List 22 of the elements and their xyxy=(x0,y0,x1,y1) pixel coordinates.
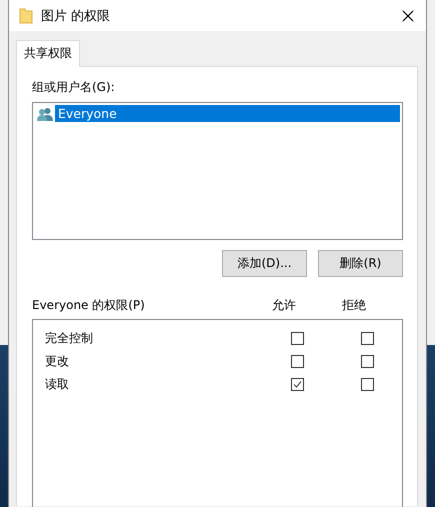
deny-checkbox[interactable] xyxy=(360,378,374,391)
users-icon xyxy=(37,106,53,120)
deny-checkbox[interactable] xyxy=(360,332,374,345)
close-icon[interactable] xyxy=(402,10,414,22)
window-title: 图片 的权限 xyxy=(41,8,110,24)
group-list-label: 组或用户名(G): xyxy=(32,79,116,96)
group-list[interactable]: Everyone xyxy=(32,102,403,240)
permission-name: 更改 xyxy=(45,353,70,370)
column-header: 拒绝 xyxy=(341,297,367,314)
list-item[interactable]: Everyone xyxy=(55,105,400,122)
allow-checkbox[interactable] xyxy=(290,378,304,391)
deny-checkbox[interactable] xyxy=(360,355,374,368)
folder-icon xyxy=(19,8,33,24)
allow-checkbox[interactable] xyxy=(290,332,304,345)
remove-button[interactable]: 删除(R) xyxy=(318,250,403,277)
tab[interactable]: 共享权限 xyxy=(16,40,80,67)
column-header: 允许 xyxy=(271,297,297,314)
permission-name: 读取 xyxy=(45,376,70,393)
allow-checkbox[interactable] xyxy=(290,355,304,368)
permission-name: 完全控制 xyxy=(45,330,94,347)
permissions-label: Everyone 的权限(P) xyxy=(32,297,146,314)
add-button[interactable]: 添加(D)... xyxy=(222,250,307,277)
